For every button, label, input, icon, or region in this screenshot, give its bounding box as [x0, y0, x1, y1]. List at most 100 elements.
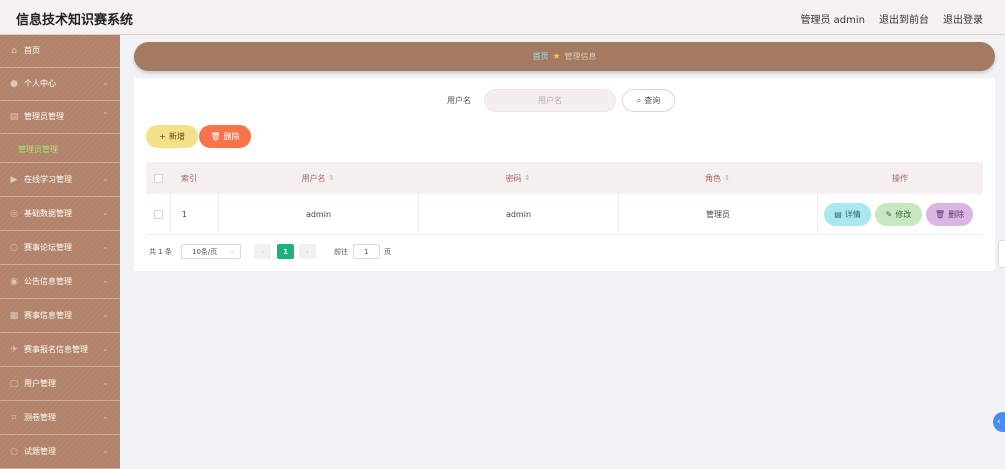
batch-delete-button[interactable]: 🗑 删除: [199, 125, 251, 148]
sidebar-item-label: 公告信息管理: [24, 277, 72, 286]
star-icon: ★: [552, 52, 561, 62]
chevron-down-icon: ⌄: [102, 174, 109, 183]
sidebar-item-personal-center[interactable]: ● 个人中心 ⌄: [0, 68, 120, 101]
column-header-role[interactable]: 角色 ⇕: [618, 162, 817, 194]
pencil-icon: ✎: [885, 209, 893, 219]
admin-icon: ▤: [9, 112, 19, 122]
page-size-value: 10条/页: [192, 247, 218, 256]
sidebar-item-signup[interactable]: ✈ 赛事报名信息管理 ⌄: [0, 334, 120, 367]
detail-button[interactable]: ▤ 详情: [824, 202, 871, 226]
sidebar-item-questions[interactable]: ○ 试题管理 ⌄: [0, 436, 120, 469]
breadcrumb: 首页 ★ 管理信息: [134, 51, 995, 62]
search-button[interactable]: ⌕ 查询: [622, 89, 675, 112]
paper-icon: ⌗: [11, 413, 17, 423]
page-suffix: 页: [384, 248, 391, 256]
sidebar-item-notice[interactable]: ◉ 公告信息管理 ⌄: [0, 266, 120, 299]
breadcrumb-bar: 首页 ★ 管理信息: [134, 42, 995, 71]
table-header: 索引 用户名 ⇕ 密码 ⇕ 角色 ⇕ 操作: [146, 162, 983, 194]
chevron-down-icon: ⌄: [102, 208, 109, 217]
trash-icon: 🗑: [210, 132, 221, 141]
column-header-actions: 操作: [817, 162, 983, 194]
column-header-label: 角色: [705, 173, 722, 183]
delete-button-label: 删除: [223, 132, 240, 141]
header-checkbox-cell: [146, 162, 170, 194]
sidebar-item-label: 管理员管理: [24, 112, 64, 121]
plus-icon: +: [159, 132, 166, 141]
users-icon: ▢: [9, 379, 19, 389]
sort-icon[interactable]: ⇕: [329, 174, 335, 182]
sidebar-item-papers[interactable]: ⌗ 测卷管理 ⌄: [0, 402, 120, 435]
sidebar-item-label: 个人中心: [24, 79, 56, 88]
chevron-left-icon: ‹: [261, 247, 264, 256]
event-icon: ▦: [9, 311, 19, 321]
sidebar-item-online-learning[interactable]: ▶ 在线学习管理 ⌄: [0, 164, 120, 197]
page-number-current[interactable]: 1: [277, 244, 294, 259]
chevron-down-icon: ⌄: [102, 378, 109, 387]
notice-icon: ◉: [10, 277, 18, 287]
sidebar-item-label: 赛事论坛管理: [24, 243, 72, 252]
sidebar-item-label: 基础数据管理: [24, 209, 72, 218]
chevron-down-icon: ⌄: [102, 276, 109, 285]
goto-page-input[interactable]: [353, 244, 380, 259]
detail-button-label: 详情: [844, 209, 861, 219]
edit-button-label: 修改: [895, 209, 912, 219]
home-icon: ⌂: [11, 46, 17, 56]
top-bar: 信息技术知识赛系统 管理员 admin 退出到前台 退出登录: [0, 0, 1005, 35]
back-to-front-link[interactable]: 退出到前台: [879, 11, 929, 26]
user-icon: ●: [10, 79, 18, 89]
sidebar-item-admin-management[interactable]: ▤ 管理员管理 ⌃: [0, 101, 120, 134]
chevron-down-icon: ⌄: [102, 78, 109, 87]
chevron-up-icon: ⌃: [102, 111, 109, 120]
column-header-password[interactable]: 密码 ⇕: [418, 162, 618, 194]
sidebar-item-home[interactable]: ⌂ 首页: [0, 35, 120, 68]
edit-button[interactable]: ✎ 修改: [875, 202, 922, 226]
row-delete-button-label: 删除: [948, 209, 965, 219]
cell-actions: ▤ 详情 ✎ 修改 🗑 删除: [817, 194, 983, 234]
prev-page-button[interactable]: ‹: [254, 244, 271, 259]
chevron-down-icon: ⌄: [102, 344, 109, 353]
forum-icon: ○: [10, 243, 18, 253]
username-search-input[interactable]: [484, 89, 616, 112]
sidebar-item-label: 用户管理: [24, 379, 56, 388]
chevron-down-icon: ⌄: [102, 242, 109, 251]
sidebar-item-label: 在线学习管理: [24, 175, 72, 184]
sort-icon[interactable]: ⇕: [724, 174, 730, 182]
row-checkbox[interactable]: [153, 209, 163, 219]
sidebar-item-forum[interactable]: ○ 赛事论坛管理 ⌄: [0, 232, 120, 265]
next-page-button[interactable]: ›: [299, 244, 316, 259]
sidebar-subitem-admin-management[interactable]: 管理员管理: [0, 134, 120, 163]
chevron-left-icon: ‹: [997, 417, 1001, 427]
video-icon: ▶: [10, 175, 18, 185]
row-delete-button[interactable]: 🗑 删除: [926, 202, 973, 226]
main-card: 用户名 ⌕ 查询 + 新增 🗑 删除 索引 用户名⇕ 密码⇕ 角色⇕ 操作: [134, 78, 995, 271]
side-panel-tab[interactable]: [998, 240, 1005, 268]
page-size-select[interactable]: 10条/页 ⌄: [181, 244, 241, 259]
sidebar-item-event[interactable]: ▦ 赛事信息管理 ⌄: [0, 300, 120, 333]
question-icon: ○: [10, 447, 18, 457]
logout-link[interactable]: 退出登录: [943, 11, 983, 26]
add-button[interactable]: + 新增: [146, 125, 198, 148]
column-header-label: 密码: [505, 173, 522, 183]
pagination-total: 共 1 条: [149, 248, 172, 256]
column-header-index: 索引: [170, 162, 218, 194]
cell-role: 管理员: [618, 194, 817, 234]
chevron-down-icon: ⌄: [102, 412, 109, 421]
column-header-label: 索引: [181, 173, 197, 183]
select-all-checkbox[interactable]: [153, 173, 163, 183]
sort-icon[interactable]: ⇕: [525, 174, 531, 182]
cell-password: admin: [418, 194, 618, 234]
sidebar-item-base-data[interactable]: ◎ 基础数据管理 ⌄: [0, 198, 120, 231]
breadcrumb-home[interactable]: 首页: [532, 52, 548, 61]
app-title: 信息技术知识赛系统: [16, 13, 134, 28]
chevron-down-icon: ⌄: [102, 446, 109, 455]
sidebar-item-label: 测卷管理: [24, 413, 56, 422]
sidebar-item-label: 赛事信息管理: [24, 311, 72, 320]
column-header-label: 用户名: [301, 173, 326, 183]
row-checkbox-cell: [146, 194, 170, 234]
sidebar-item-users[interactable]: ▢ 用户管理 ⌄: [0, 368, 120, 401]
column-header-username[interactable]: 用户名 ⇕: [218, 162, 418, 194]
floating-chevron-button[interactable]: ‹: [993, 412, 1005, 432]
sidebar: ⌂ 首页 ● 个人中心 ⌄ ▤ 管理员管理 ⌃ 管理员管理 ▶ 在线学习管理 ⌄…: [0, 35, 120, 469]
trash-icon: 🗑: [934, 209, 946, 219]
sidebar-item-label: 赛事报名信息管理: [24, 345, 88, 354]
